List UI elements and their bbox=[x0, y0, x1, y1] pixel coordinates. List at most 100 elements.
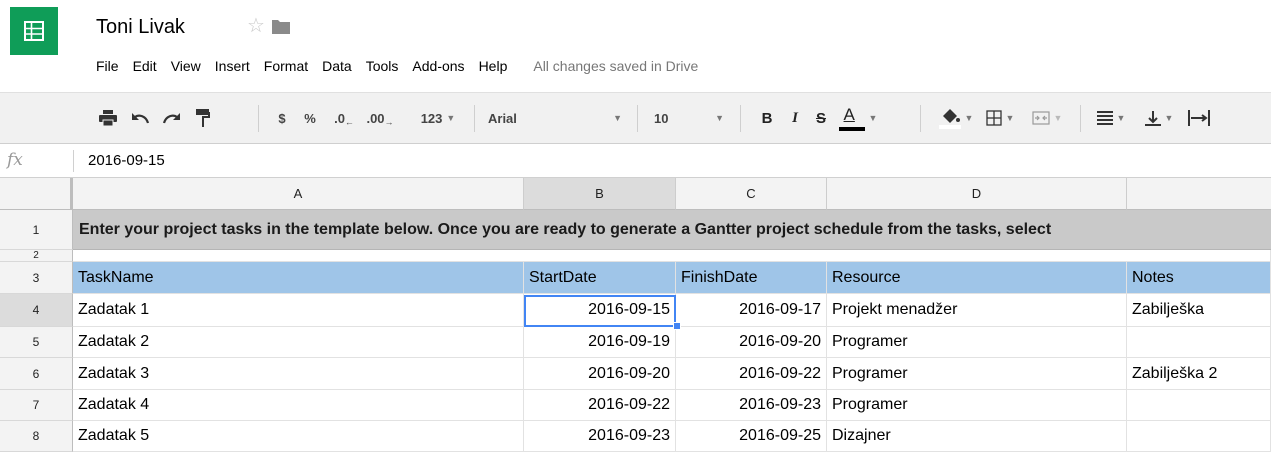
chevron-down-icon: ▼ bbox=[715, 113, 724, 123]
cell-startdate[interactable]: 2016-09-23 bbox=[524, 421, 676, 452]
print-icon bbox=[99, 110, 117, 126]
header-cell-finishdate[interactable]: FinishDate bbox=[676, 262, 827, 294]
menu-edit[interactable]: Edit bbox=[133, 58, 157, 74]
document-title[interactable]: Toni Livak bbox=[96, 15, 185, 39]
menu-file[interactable]: File bbox=[96, 58, 119, 74]
cell-resource[interactable]: Projekt menadžer bbox=[827, 294, 1127, 327]
cell-resource[interactable]: Programer bbox=[827, 327, 1127, 358]
cell-resource[interactable]: Programer bbox=[827, 390, 1127, 421]
cell-notes[interactable]: Zabilješka 2 bbox=[1127, 358, 1271, 390]
cell-notes[interactable] bbox=[1127, 421, 1271, 452]
cell-taskname[interactable]: Zadatak 2 bbox=[73, 327, 524, 358]
font-size-select[interactable]: 10 ▼ bbox=[654, 93, 724, 143]
vertical-align-button[interactable]: ▼ bbox=[1138, 93, 1180, 143]
header-cell-notes[interactable]: Notes bbox=[1127, 262, 1271, 294]
percent-format-button[interactable]: % bbox=[299, 93, 321, 143]
cell-taskname[interactable]: Zadatak 3 bbox=[73, 358, 524, 390]
row-header-8[interactable]: 8 bbox=[0, 421, 73, 452]
menu-tools[interactable]: Tools bbox=[366, 58, 399, 74]
text-color-button[interactable]: A ▼ bbox=[838, 93, 878, 143]
cell-resource[interactable]: Programer bbox=[827, 358, 1127, 390]
row-header-2[interactable]: 2 bbox=[0, 250, 73, 262]
menu-help[interactable]: Help bbox=[479, 58, 508, 74]
chevron-down-icon: ▼ bbox=[1116, 113, 1126, 123]
chevron-down-icon: ▼ bbox=[1005, 113, 1015, 123]
align-left-icon bbox=[1096, 111, 1113, 125]
row-header-1[interactable]: 1 bbox=[0, 210, 73, 250]
row-header-5[interactable]: 5 bbox=[0, 327, 73, 358]
cell-finishdate[interactable]: 2016-09-23 bbox=[676, 390, 827, 421]
row-header-6[interactable]: 6 bbox=[0, 358, 73, 390]
cell-finishdate[interactable]: 2016-09-22 bbox=[676, 358, 827, 390]
redo-button[interactable] bbox=[160, 93, 184, 143]
undo-icon bbox=[132, 113, 149, 124]
fill-color-button[interactable]: ▼ bbox=[934, 93, 978, 143]
cell-startdate[interactable]: 2016-09-15 bbox=[524, 294, 676, 327]
column-header-d[interactable]: D bbox=[827, 178, 1127, 210]
sheets-grid-icon bbox=[24, 21, 44, 41]
sheets-logo[interactable] bbox=[10, 7, 58, 55]
cell-finishdate[interactable]: 2016-09-17 bbox=[676, 294, 827, 327]
currency-format-button[interactable]: $ bbox=[273, 93, 291, 143]
merge-cells-button[interactable]: ▼ bbox=[1026, 93, 1068, 143]
folder-icon[interactable] bbox=[272, 19, 290, 34]
decrease-decimals-button[interactable]: .0 ← bbox=[330, 93, 358, 143]
fx-icon: fx bbox=[7, 150, 23, 170]
menu-data[interactable]: Data bbox=[322, 58, 352, 74]
borders-button[interactable]: ▼ bbox=[980, 93, 1020, 143]
header-cell-resource[interactable]: Resource bbox=[827, 262, 1127, 294]
instructions-banner[interactable]: Enter your project tasks in the template… bbox=[73, 210, 1271, 250]
font-size-value: 10 bbox=[654, 110, 669, 126]
column-header-b[interactable]: B bbox=[524, 178, 676, 210]
cell-startdate[interactable]: 2016-09-22 bbox=[524, 390, 676, 421]
cell-finishdate[interactable]: 2016-09-20 bbox=[676, 327, 827, 358]
menu-addons[interactable]: Add-ons bbox=[412, 58, 464, 74]
star-icon[interactable]: ☆ bbox=[247, 14, 265, 38]
row-header-3[interactable]: 3 bbox=[0, 262, 73, 294]
chevron-down-icon: ▼ bbox=[613, 113, 622, 123]
font-select[interactable]: Arial ▼ bbox=[488, 93, 622, 143]
column-header-e[interactable] bbox=[1127, 178, 1271, 210]
formula-input[interactable]: 2016-09-15 bbox=[88, 152, 165, 169]
column-header-a[interactable]: A bbox=[73, 178, 586, 210]
cell-taskname[interactable]: Zadatak 4 bbox=[73, 390, 524, 421]
chevron-down-icon: ▼ bbox=[964, 113, 974, 123]
cell-notes[interactable]: Zabilješka bbox=[1127, 294, 1271, 327]
cell-taskname[interactable]: Zadatak 1 bbox=[73, 294, 524, 327]
more-formats-button[interactable]: 123 ▼ bbox=[410, 93, 466, 143]
cell-resource[interactable]: Dizajner bbox=[827, 421, 1127, 452]
row-header-7[interactable]: 7 bbox=[0, 390, 73, 421]
column-label: C bbox=[746, 186, 756, 201]
column-label: B bbox=[595, 186, 604, 201]
strikethrough-button[interactable]: S bbox=[811, 93, 831, 143]
increase-decimals-button[interactable]: .00 → bbox=[362, 93, 398, 143]
print-button[interactable] bbox=[96, 93, 120, 143]
cell-finishdate[interactable]: 2016-09-25 bbox=[676, 421, 827, 452]
column-label: A bbox=[293, 186, 303, 201]
menu-insert[interactable]: Insert bbox=[215, 58, 250, 74]
text-wrap-button[interactable] bbox=[1184, 93, 1214, 143]
select-all-corner[interactable] bbox=[0, 178, 73, 210]
cell-taskname[interactable]: Zadatak 5 bbox=[73, 421, 524, 452]
bold-button[interactable]: B bbox=[757, 93, 777, 143]
row-header-4[interactable]: 4 bbox=[0, 294, 73, 327]
merge-cells-icon bbox=[1031, 111, 1050, 125]
toolbar: $ % .0 ← .00 → 123 ▼ Arial ▼ 10 ▼ B I S A ▼… bbox=[0, 92, 1271, 144]
decrease-decimals-label: .0 bbox=[334, 110, 345, 126]
header-cell-taskname[interactable]: TaskName bbox=[73, 262, 524, 294]
column-header-c[interactable]: C bbox=[676, 178, 827, 210]
menu-view[interactable]: View bbox=[171, 58, 201, 74]
horizontal-align-button[interactable]: ▼ bbox=[1090, 93, 1132, 143]
cell-notes[interactable] bbox=[1127, 390, 1271, 421]
arrow-right-icon: → bbox=[384, 117, 394, 127]
cell-startdate[interactable]: 2016-09-19 bbox=[524, 327, 676, 358]
header-cell-startdate[interactable]: StartDate bbox=[524, 262, 676, 294]
undo-button[interactable] bbox=[128, 93, 152, 143]
italic-button[interactable]: I bbox=[785, 93, 805, 143]
cell-startdate[interactable]: 2016-09-20 bbox=[524, 358, 676, 390]
paint-format-button[interactable] bbox=[192, 93, 214, 143]
empty-row[interactable] bbox=[73, 250, 1271, 262]
fill-handle[interactable] bbox=[673, 322, 681, 330]
cell-notes[interactable] bbox=[1127, 327, 1271, 358]
menu-format[interactable]: Format bbox=[264, 58, 308, 74]
